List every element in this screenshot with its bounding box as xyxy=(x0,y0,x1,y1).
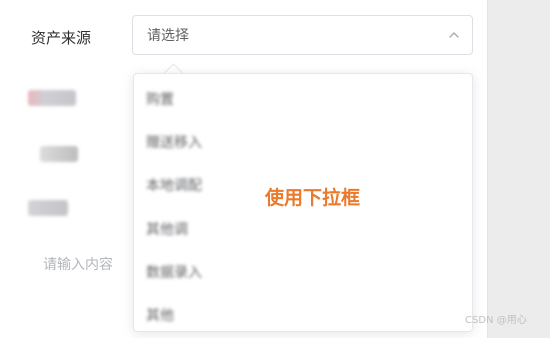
dropdown-option[interactable]: 购置 xyxy=(146,89,446,111)
option-label: 赠送移入 xyxy=(146,135,202,151)
dropdown-option[interactable]: 数据录入 xyxy=(146,262,446,284)
redacted-label xyxy=(28,90,76,106)
select-placeholder: 请选择 xyxy=(147,28,189,44)
redacted-label xyxy=(28,200,68,216)
option-label: 其他 xyxy=(146,308,174,324)
asset-source-label: 资产来源 xyxy=(31,29,92,47)
annotation-text: 使用下拉框 xyxy=(265,187,361,209)
option-label: 数据录入 xyxy=(146,265,202,281)
option-label: 其他调 xyxy=(146,222,188,238)
option-label: 本地调配 xyxy=(146,178,202,194)
dropdown-option[interactable]: 其他 xyxy=(146,305,446,327)
content-input-placeholder[interactable]: 请输入内容 xyxy=(43,255,113,275)
option-label: 购置 xyxy=(146,92,174,108)
dropdown-option[interactable]: 赠送移入 xyxy=(146,132,446,154)
dropdown-option[interactable]: 其他调 xyxy=(146,219,446,241)
redacted-label xyxy=(40,146,78,162)
watermark: CSDN @用心 xyxy=(465,315,527,326)
chevron-up-icon xyxy=(449,32,459,38)
asset-source-select[interactable]: 请选择 xyxy=(132,15,473,55)
